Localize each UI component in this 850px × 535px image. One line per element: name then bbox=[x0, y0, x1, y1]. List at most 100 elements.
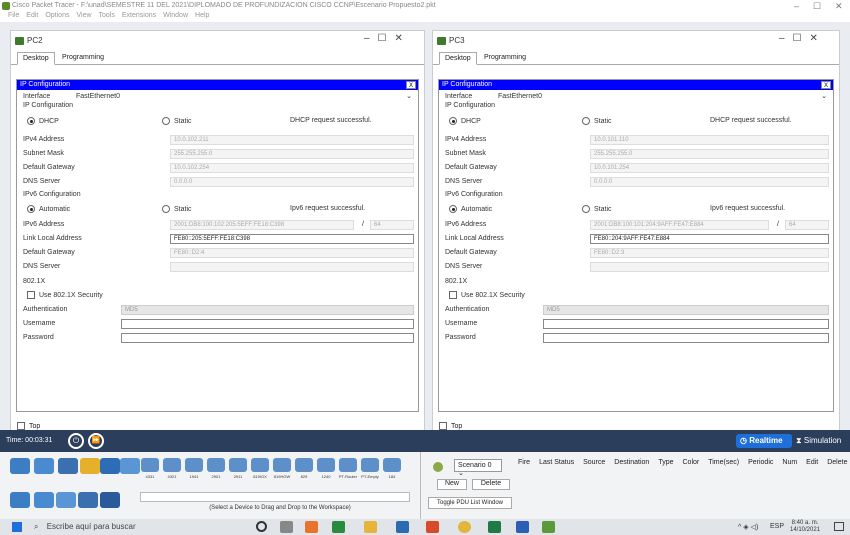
minimize-icon[interactable]: – bbox=[794, 1, 799, 11]
language-indicator[interactable]: ESP bbox=[770, 523, 784, 530]
toggle-pdu-button[interactable]: Toggle PDU List Window bbox=[428, 497, 512, 509]
system-tray-icons[interactable]: ^ ◈ ◁) bbox=[738, 523, 758, 531]
top-checkbox[interactable]: Top bbox=[17, 422, 40, 430]
device-model-1941[interactable]: 1941 bbox=[184, 456, 204, 484]
maximize-icon[interactable]: ☐ bbox=[813, 1, 821, 12]
packet-tracer-taskbar-icon[interactable] bbox=[542, 521, 555, 533]
use-dot1x-checkbox[interactable]: Use 802.1X Security bbox=[27, 291, 103, 299]
default-gateway-field[interactable]: 10.0.102.254 bbox=[170, 163, 414, 173]
switches-icon[interactable] bbox=[34, 492, 54, 508]
mail-icon[interactable] bbox=[396, 521, 409, 533]
security-icon[interactable] bbox=[100, 492, 120, 508]
static-radio[interactable]: Static bbox=[582, 117, 612, 125]
device-model-4331[interactable]: 4331 bbox=[140, 456, 160, 484]
device-model-819iox[interactable]: 819IOX bbox=[250, 456, 270, 484]
ipv6-prefix-field[interactable]: 64 bbox=[785, 220, 829, 230]
top-checkbox[interactable]: Top bbox=[439, 422, 462, 430]
automatic-radio[interactable]: Automatic bbox=[27, 205, 70, 213]
interface-select[interactable]: FastEthernet0 bbox=[76, 93, 120, 100]
word-icon[interactable] bbox=[516, 521, 529, 533]
static-radio[interactable]: Static bbox=[162, 117, 192, 125]
device-model-pt-router[interactable]: PT-Router bbox=[338, 456, 358, 484]
ipv6-address-field[interactable]: 2001:DB8:100:102:205:5EFF:FE18:C398 bbox=[170, 220, 354, 230]
realtime-button[interactable]: ◷ Realtime bbox=[736, 434, 792, 448]
use-dot1x-checkbox[interactable]: Use 802.1X Security bbox=[449, 291, 525, 299]
ipv4-address-field[interactable]: 10.0.101.110 bbox=[590, 135, 829, 145]
tab-desktop[interactable]: Desktop bbox=[17, 52, 55, 65]
link-local-field[interactable]: FE80::204:9AFF:FE47:E884 bbox=[590, 234, 829, 244]
device-model-184[interactable]: 184 bbox=[382, 456, 402, 484]
ipv4-address-field[interactable]: 10.0.102.211 bbox=[170, 135, 414, 145]
device-model-pt-empty[interactable]: PT-Empty bbox=[360, 456, 380, 484]
interface-select[interactable]: FastEthernet0 bbox=[498, 93, 542, 100]
device-model-829[interactable]: 829 bbox=[294, 456, 314, 484]
file-explorer-icon[interactable] bbox=[364, 521, 377, 533]
dns-server-field[interactable]: 0.0.0.0 bbox=[170, 177, 414, 187]
password-field[interactable] bbox=[543, 333, 829, 343]
device-model-2901[interactable]: 2901 bbox=[206, 456, 226, 484]
dns-server-field[interactable]: 0.0.0.0 bbox=[590, 177, 829, 187]
model-scrollbar[interactable] bbox=[140, 492, 410, 502]
dhcp-radio[interactable]: DHCP bbox=[449, 117, 481, 125]
network-devices-icon[interactable] bbox=[10, 458, 30, 474]
device-model-1240[interactable]: 1240 bbox=[316, 456, 336, 484]
ipv6-gateway-field[interactable]: FE80::D2:4 bbox=[170, 248, 414, 258]
firefox-icon[interactable] bbox=[305, 521, 318, 533]
components-icon[interactable] bbox=[58, 458, 78, 474]
clock[interactable]: 8:40 a. m. 14/10/2021 bbox=[790, 520, 820, 534]
password-field[interactable] bbox=[121, 333, 414, 343]
menu-item-edit[interactable]: Edit bbox=[26, 12, 38, 19]
ipv6-prefix-field[interactable]: 64 bbox=[370, 220, 414, 230]
notifications-icon[interactable] bbox=[834, 522, 844, 531]
static-ipv6-radio[interactable]: Static bbox=[162, 205, 192, 213]
username-field[interactable] bbox=[543, 319, 829, 329]
authentication-select[interactable]: MD5 bbox=[121, 305, 414, 315]
authentication-select[interactable]: MD5 bbox=[543, 305, 829, 315]
multiuser-icon[interactable] bbox=[120, 458, 140, 474]
chevron-down-icon[interactable]: ⌄ bbox=[821, 92, 827, 100]
menu-item-help[interactable]: Help bbox=[195, 12, 209, 19]
wireless-icon[interactable] bbox=[78, 492, 98, 508]
menu-item-file[interactable]: File bbox=[8, 12, 19, 19]
taskbar-search-box[interactable]: ⌕ Escribe aquí para buscar bbox=[34, 521, 244, 534]
menu-item-extensions[interactable]: Extensions bbox=[122, 12, 156, 19]
task-view-icon[interactable] bbox=[280, 521, 293, 533]
ipv6-dns-field[interactable] bbox=[590, 262, 829, 272]
power-cycle-icon[interactable]: ⏻ bbox=[68, 433, 84, 449]
tab-desktop[interactable]: Desktop bbox=[439, 52, 477, 65]
device-model-2911[interactable]: 2911 bbox=[228, 456, 248, 484]
new-scenario-button[interactable]: New bbox=[437, 479, 467, 490]
fast-forward-icon[interactable]: ⏩ bbox=[88, 433, 104, 449]
excel-icon[interactable] bbox=[488, 521, 501, 533]
automatic-radio[interactable]: Automatic bbox=[449, 205, 492, 213]
default-gateway-field[interactable]: 10.0.101.254 bbox=[590, 163, 829, 173]
misc-icon[interactable] bbox=[100, 458, 120, 474]
subnet-mask-field[interactable]: 255.255.255.0 bbox=[170, 149, 414, 159]
link-local-field[interactable]: FE80::205:5EFF:FE18:C398 bbox=[170, 234, 414, 244]
store-icon[interactable] bbox=[332, 521, 345, 533]
hubs-icon[interactable] bbox=[56, 492, 76, 508]
window-controls[interactable]: –☐✕ bbox=[364, 33, 411, 44]
chrome-icon[interactable] bbox=[458, 521, 471, 533]
close-icon[interactable]: ✕ bbox=[835, 1, 843, 12]
device-model-4321[interactable]: 4321 bbox=[162, 456, 182, 484]
dhcp-radio[interactable]: DHCP bbox=[27, 117, 59, 125]
cortana-icon[interactable] bbox=[256, 521, 267, 532]
office-icon[interactable] bbox=[426, 521, 439, 533]
routers-icon[interactable] bbox=[10, 492, 30, 508]
scenario-select[interactable]: Scenario 0 ⌄ bbox=[454, 459, 502, 477]
subnet-mask-field[interactable]: 255.255.255.0 bbox=[590, 149, 829, 159]
end-devices-icon[interactable] bbox=[34, 458, 54, 474]
menu-item-view[interactable]: View bbox=[76, 12, 91, 19]
tab-programming[interactable]: Programming bbox=[57, 52, 109, 65]
chevron-down-icon[interactable]: ⌄ bbox=[406, 92, 412, 100]
window-controls[interactable]: –☐✕ bbox=[779, 33, 826, 44]
simulation-button[interactable]: ⧗ Simulation bbox=[796, 436, 841, 446]
tab-programming[interactable]: Programming bbox=[479, 52, 531, 65]
ipv6-gateway-field[interactable]: FE80::D2:3 bbox=[590, 248, 829, 258]
ip-config-close-button[interactable]: X bbox=[406, 81, 416, 89]
menu-item-window[interactable]: Window bbox=[163, 12, 188, 19]
ipv6-address-field[interactable]: 2001:DB8:100:101:204:9AFF:FE47:E884 bbox=[590, 220, 769, 230]
ipv6-dns-field[interactable] bbox=[170, 262, 414, 272]
username-field[interactable] bbox=[121, 319, 414, 329]
